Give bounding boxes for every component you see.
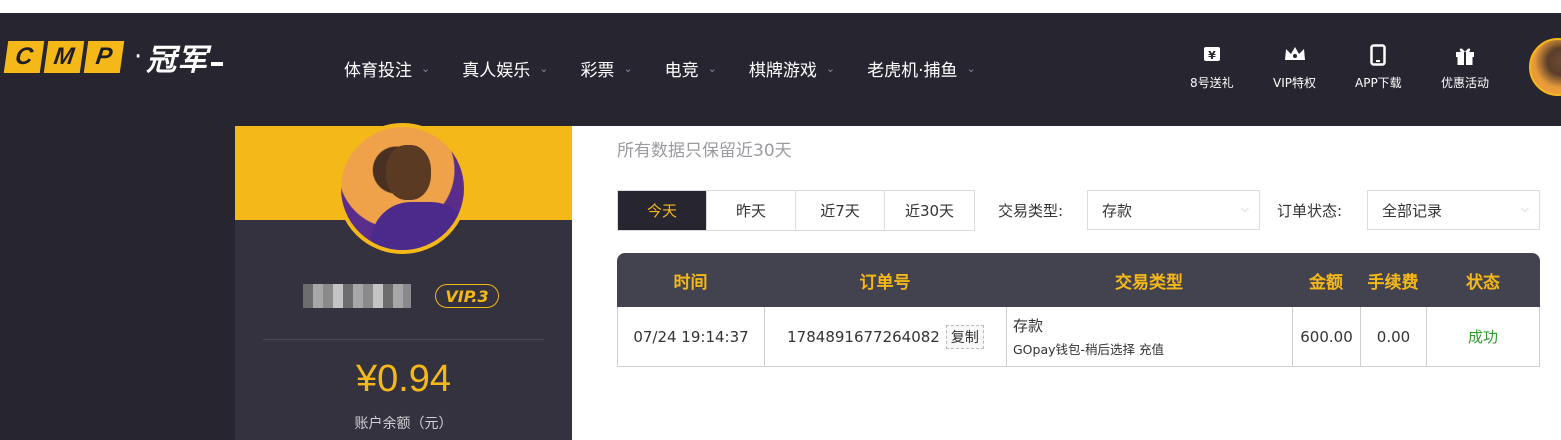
main-menu: 体育投注 ⌄ 真人娱乐 ⌄ 彩票 ⌄ 电竞 ⌄ 棋牌游戏 ⌄ 老虎机·捕鱼 ⌄ <box>344 56 1008 81</box>
type-filter-select[interactable]: 存款 ⌵ <box>1087 190 1260 230</box>
tab-last-30-days[interactable]: 近30天 <box>885 191 974 230</box>
type-filter-value: 存款 <box>1102 201 1133 220</box>
tab-last-7-days[interactable]: 近7天 <box>796 191 885 230</box>
quick-link-label: APP下载 <box>1355 76 1402 90</box>
status-filter-select[interactable]: 全部记录 ⌵ <box>1367 190 1540 230</box>
balance-amount: ¥0.94 <box>355 358 452 400</box>
logo-tail-mark <box>211 62 224 66</box>
avatar-shirt <box>371 202 464 250</box>
chevron-down-icon: ⌄ <box>539 62 549 75</box>
quick-link-gift-8th[interactable]: ¥ 8号送礼 <box>1190 44 1234 91</box>
quick-link-label: 8号送礼 <box>1190 76 1234 90</box>
quick-link-vip[interactable]: VIP特权 <box>1273 44 1316 91</box>
top-strip <box>0 0 1561 13</box>
menu-item-live-casino[interactable]: 真人娱乐 ⌄ <box>462 56 548 81</box>
profile-divider <box>263 339 544 340</box>
profile-panel: VIP.3 ¥0.94 账户余额（元） <box>235 123 572 440</box>
menu-item-label: 棋牌游戏 <box>748 61 817 81</box>
quick-link-label: VIP特权 <box>1273 76 1316 90</box>
menu-item-slots-fishing[interactable]: 老虎机·捕鱼 ⌄ <box>867 56 976 81</box>
quick-link-label: 优惠活动 <box>1441 76 1490 90</box>
logo-dot: · <box>134 42 143 72</box>
tab-yesterday[interactable]: 昨天 <box>707 191 796 230</box>
type-detail: GOpay钱包-稍后选择 充值 <box>1013 342 1165 357</box>
menu-item-label: 电竞 <box>664 61 699 81</box>
cell-amount: 600.00 <box>1293 307 1361 366</box>
avatar-head <box>386 145 431 200</box>
username-blurred <box>303 284 411 308</box>
cell-type: 存款 GOpay钱包-稍后选择 充值 <box>1007 307 1293 366</box>
column-header-amount: 金额 <box>1309 272 1343 293</box>
menu-item-sports[interactable]: 体育投注 ⌄ <box>344 56 430 81</box>
chevron-down-icon: ⌄ <box>825 62 836 75</box>
cell-fee: 0.00 <box>1361 307 1427 366</box>
quick-link-app-download[interactable]: APP下载 <box>1355 44 1402 91</box>
logo-text: 冠军 <box>146 43 209 78</box>
menu-item-label: 老虎机·捕鱼 <box>867 61 958 81</box>
profile-avatar <box>337 123 468 254</box>
chevron-down-icon: ⌵ <box>1520 202 1529 215</box>
chevron-down-icon: ⌄ <box>707 62 717 75</box>
logo-letter: P <box>83 41 125 73</box>
ticket-icon: ¥ <box>1202 44 1222 68</box>
order-number: 1784891677264082 <box>787 327 940 346</box>
menu-item-lottery[interactable]: 彩票 ⌄ <box>580 56 632 81</box>
vip-badge: VIP.3 <box>435 284 499 308</box>
quick-link-promotions[interactable]: 优惠活动 <box>1441 44 1489 91</box>
chevron-down-icon: ⌄ <box>623 62 633 75</box>
column-header-fee: 手续费 <box>1367 272 1419 293</box>
menu-item-label: 彩票 <box>580 61 615 81</box>
copy-button[interactable]: 复制 <box>945 324 984 349</box>
user-avatar[interactable] <box>1529 38 1561 96</box>
gift-icon <box>1454 44 1476 68</box>
site-logo[interactable]: C M P · 冠军 <box>3 40 224 78</box>
chevron-down-icon: ⌵ <box>1240 202 1249 215</box>
left-gutter <box>0 126 235 440</box>
tab-today[interactable]: 今天 <box>618 191 707 230</box>
menu-item-label: 真人娱乐 <box>462 61 531 81</box>
crown-icon <box>1283 44 1307 68</box>
logo-letter: C <box>3 41 45 73</box>
type-filter-label: 交易类型: <box>998 202 1064 220</box>
svg-text:¥: ¥ <box>1208 49 1216 62</box>
type-main: 存款 <box>1013 317 1044 335</box>
phone-icon <box>1370 44 1387 68</box>
status-filter-label: 订单状态: <box>1277 202 1343 220</box>
column-header-order-no: 订单号 <box>859 272 911 293</box>
cell-order-no: 1784891677264082 复制 <box>765 307 1007 366</box>
menu-item-label: 体育投注 <box>344 61 412 81</box>
balance-label: 账户余额（元） <box>354 416 453 432</box>
chevron-down-icon: ⌄ <box>966 62 976 75</box>
retention-notice: 所有数据只保留近30天 <box>617 141 792 161</box>
logo-letter: M <box>43 41 85 73</box>
table-row: 07/24 19:14:37 1784891677264082 复制 存款 GO… <box>617 307 1540 367</box>
chevron-down-icon: ⌄ <box>421 62 431 75</box>
top-navbar: C M P · 冠军 体育投注 ⌄ 真人娱乐 ⌄ 彩票 ⌄ 电竞 ⌄ 棋牌游戏 … <box>0 13 1561 126</box>
menu-item-esports[interactable]: 电竞 ⌄ <box>665 56 717 81</box>
date-range-tabs: 今天 昨天 近7天 近30天 <box>617 190 975 231</box>
status-filter-value: 全部记录 <box>1382 201 1443 220</box>
transactions-table: 时间 订单号 交易类型 金额 手续费 状态 07/24 19:14:37 178… <box>617 253 1540 367</box>
table-header: 时间 订单号 交易类型 金额 手续费 状态 <box>617 253 1540 307</box>
column-header-status: 状态 <box>1466 272 1500 293</box>
column-header-time: 时间 <box>673 272 708 293</box>
cell-status: 成功 <box>1467 328 1498 346</box>
menu-item-card-games[interactable]: 棋牌游戏 ⌄ <box>749 56 835 81</box>
cell-time: 07/24 19:14:37 <box>618 307 765 366</box>
column-header-type: 交易类型 <box>1115 272 1183 293</box>
